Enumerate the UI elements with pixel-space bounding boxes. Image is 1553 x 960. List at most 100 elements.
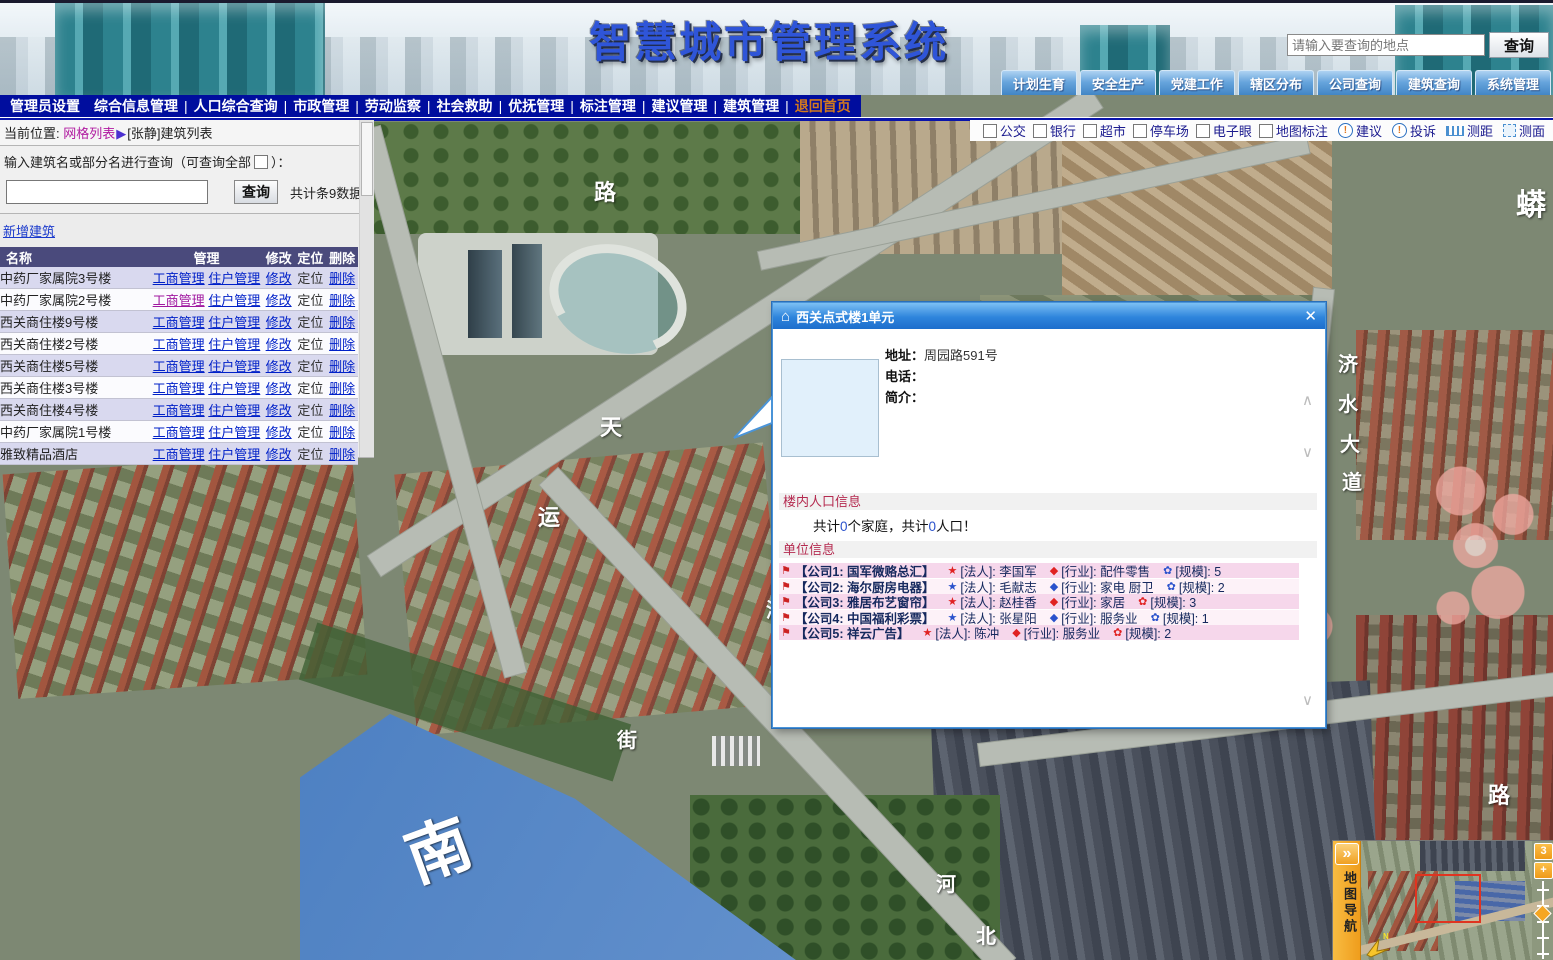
locate-link[interactable]: 定位 (297, 381, 323, 396)
manage-resident-link[interactable]: 住户管理 (208, 359, 260, 374)
menu-item-4[interactable]: 市政管理 (293, 96, 349, 116)
manage-resident-link[interactable]: 住户管理 (208, 425, 260, 440)
minimap-image[interactable]: N (1360, 841, 1532, 960)
locate-link[interactable]: 定位 (297, 337, 323, 352)
close-icon[interactable]: ✕ (1304, 307, 1317, 325)
manage-resident-link[interactable]: 住户管理 (208, 403, 260, 418)
edit-link[interactable]: 修改 (266, 425, 292, 440)
address-value: 周园路591号 (924, 348, 998, 363)
layer-checkbox-4[interactable] (1133, 124, 1147, 138)
delete-link[interactable]: 删除 (329, 293, 355, 308)
manage-resident-link[interactable]: 住户管理 (208, 337, 260, 352)
delete-link[interactable]: 删除 (329, 403, 355, 418)
toolbar-action-2[interactable]: !投诉 (1392, 121, 1436, 140)
delete-link[interactable]: 删除 (329, 425, 355, 440)
locate-link[interactable]: 定位 (297, 447, 323, 462)
delete-link[interactable]: 删除 (329, 271, 355, 286)
locate-link[interactable]: 定位 (297, 403, 323, 418)
header-tab-7[interactable]: 系统管理 (1475, 70, 1551, 95)
layer-checkbox-5[interactable] (1196, 124, 1210, 138)
building-search-button[interactable]: 查询 (234, 180, 278, 204)
edit-link[interactable]: 修改 (266, 381, 292, 396)
layer-checkbox-3[interactable] (1083, 124, 1097, 138)
manage-business-link[interactable]: 工商管理 (153, 271, 205, 286)
zoom-in-button[interactable]: + (1534, 862, 1553, 879)
edit-link[interactable]: 修改 (266, 447, 292, 462)
delete-link[interactable]: 删除 (329, 381, 355, 396)
building-search-input[interactable] (6, 180, 208, 204)
layer-checkbox-6[interactable] (1259, 124, 1273, 138)
header-tab-3[interactable]: 党建工作 (1159, 70, 1235, 95)
flower-icon: ✿ (1113, 626, 1122, 639)
scroll-down-icon[interactable]: ∨ (1302, 445, 1313, 460)
minimap-expand-icon[interactable]: » (1335, 843, 1359, 865)
layer-checkbox-1[interactable] (983, 124, 997, 138)
map-search-input[interactable] (1287, 34, 1485, 56)
company-list: ⚑【公司1: 国军微赂总汇】★[法人]: 李国军◆[行业]: 配件零售✿[规模]… (779, 563, 1299, 641)
header-tab-5[interactable]: 公司查询 (1317, 70, 1393, 95)
locate-link[interactable]: 定位 (297, 359, 323, 374)
edit-link[interactable]: 修改 (266, 337, 292, 352)
manage-business-link[interactable]: 工商管理 (153, 381, 205, 396)
locate-link[interactable]: 定位 (297, 315, 323, 330)
edit-link[interactable]: 修改 (266, 271, 292, 286)
delete-cell: 删除 (326, 333, 358, 355)
delete-link[interactable]: 删除 (329, 315, 355, 330)
scroll-down-icon[interactable]: ∨ (1302, 693, 1313, 708)
map-search-button[interactable]: 查询 (1489, 32, 1549, 58)
manage-resident-link[interactable]: 住户管理 (208, 315, 260, 330)
menu-item-home[interactable]: 退回首页 (795, 96, 851, 116)
add-building-link[interactable]: 新增建筑 (3, 224, 55, 239)
header-tab-2[interactable]: 安全生产 (1080, 70, 1156, 95)
menu-item-9[interactable]: 建议管理 (651, 96, 707, 116)
manage-resident-link[interactable]: 住户管理 (208, 447, 260, 462)
edit-link[interactable]: 修改 (266, 403, 292, 418)
menu-item-1[interactable]: 管理员设置 (10, 96, 80, 116)
header-tab-4[interactable]: 辖区分布 (1238, 70, 1314, 95)
menu-item-2[interactable]: 综合信息管理 (94, 96, 178, 116)
manage-resident-link[interactable]: 住户管理 (208, 271, 260, 286)
toolbar-action-3[interactable]: 测距 (1446, 121, 1493, 140)
header-tab-1[interactable]: 计划生育 (1001, 70, 1077, 95)
edit-link[interactable]: 修改 (266, 359, 292, 374)
scroll-up-icon[interactable]: ∧ (1302, 393, 1313, 408)
breadcrumb-arrow-icon: ▶ (116, 126, 126, 141)
manage-resident-link[interactable]: 住户管理 (208, 381, 260, 396)
locate-link[interactable]: 定位 (297, 293, 323, 308)
edit-link[interactable]: 修改 (266, 315, 292, 330)
toolbar-action-4[interactable]: 测面 (1503, 121, 1545, 140)
delete-link[interactable]: 删除 (329, 447, 355, 462)
manage-business-link[interactable]: 工商管理 (153, 293, 205, 308)
menu-item-3[interactable]: 人口综合查询 (194, 96, 278, 116)
locate-link[interactable]: 定位 (297, 271, 323, 286)
locate-link[interactable]: 定位 (297, 425, 323, 440)
sidebar-scrollbar[interactable] (359, 120, 374, 457)
menu-item-8[interactable]: 标注管理 (580, 96, 636, 116)
manage-resident-link[interactable]: 住户管理 (208, 293, 260, 308)
locate-cell: 定位 (295, 289, 327, 311)
menu-item-10[interactable]: 建筑管理 (723, 96, 779, 116)
layer-checkbox-2[interactable] (1033, 124, 1047, 138)
manage-business-link[interactable]: 工商管理 (153, 403, 205, 418)
menu-item-5[interactable]: 劳动监察 (365, 96, 421, 116)
minimap-navigator: N » 地图导航 3 + (1332, 840, 1553, 960)
phone-label: 电话： (885, 369, 924, 384)
edit-link[interactable]: 修改 (266, 293, 292, 308)
edit-cell: 修改 (263, 333, 295, 355)
manage-business-link[interactable]: 工商管理 (153, 425, 205, 440)
delete-link[interactable]: 删除 (329, 337, 355, 352)
road-label: 大 (1340, 428, 1360, 457)
manage-business-link[interactable]: 工商管理 (153, 447, 205, 462)
menu-item-6[interactable]: 社会救助 (437, 96, 493, 116)
toolbar-action-1[interactable]: !建议 (1338, 121, 1382, 140)
manage-business-link[interactable]: 工商管理 (153, 315, 205, 330)
delete-link[interactable]: 删除 (329, 359, 355, 374)
minimap-viewport-rect[interactable] (1415, 874, 1481, 923)
sidebar-scrollbar-thumb[interactable] (361, 122, 373, 196)
query-all-checkbox[interactable] (254, 155, 268, 169)
breadcrumb-grid-list-link[interactable]: 网格列表 (63, 126, 115, 141)
manage-business-link[interactable]: 工商管理 (153, 359, 205, 374)
manage-business-link[interactable]: 工商管理 (153, 337, 205, 352)
menu-item-7[interactable]: 优抚管理 (508, 96, 564, 116)
header-tab-6[interactable]: 建筑查询 (1396, 70, 1472, 95)
